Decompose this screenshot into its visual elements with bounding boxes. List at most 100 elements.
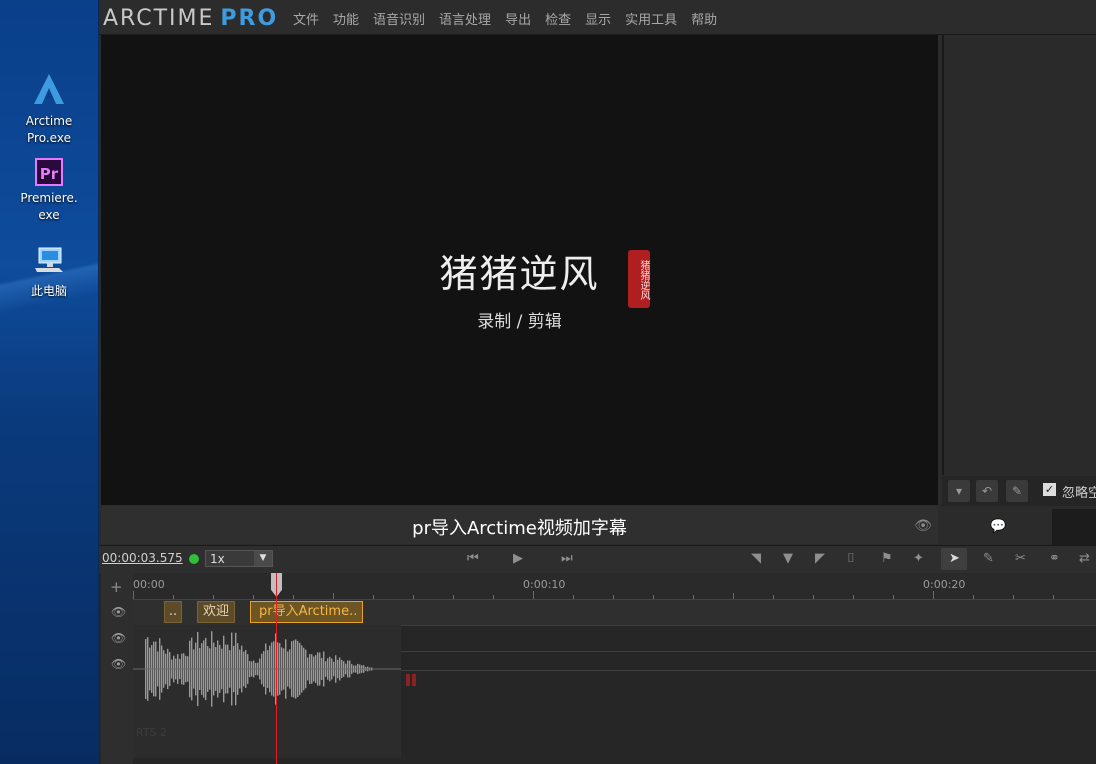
chevron-down-icon[interactable]: ▼ [254,551,272,566]
ruler-tick [573,595,574,599]
magic-wand-icon[interactable]: ✦ [913,551,924,566]
ruler-tick [653,595,654,599]
desktop-icon-arctime[interactable]: Arctime Pro.exe [0,72,98,147]
speech-bubble-icon[interactable]: 💬 [990,519,1006,534]
timeline[interactable]: + 👁 👁 👁 00:00 0:00:10 0:00:20 .. 欢迎 pr导入… [99,573,1096,764]
status-dot [189,554,199,564]
premiere-icon: Pr [35,158,63,186]
ruler-tick [933,591,934,599]
preview-subtitle: 录制 / 剪辑 [477,312,562,332]
undo-icon[interactable]: ↶ [976,480,998,502]
swap-icon[interactable]: ⇄ [1079,551,1090,566]
ignore-checkbox[interactable]: ✓ [1043,483,1056,496]
ruler-tick [773,595,774,599]
menu-bar: ARCTIME PRO 文件 功能 语音识别 语言处理 导出 检查 显示 实用工具… [99,0,1096,35]
ruler-tick [533,591,534,599]
desktop-icon-label: Arctime [25,114,73,128]
ruler-tick [253,595,254,599]
subtitle-list-panel [942,35,1096,475]
collapse-icon[interactable]: ▾ [948,480,970,502]
marker-down-icon[interactable]: ▼ [783,551,793,566]
skip-back-icon[interactable]: ⏮ [467,551,479,566]
ruler-tick [293,595,294,599]
ruler-tick [1013,595,1014,599]
waveform-baseline [133,668,401,670]
desktop-icon-this-pc[interactable]: 此电脑 [0,246,98,300]
audio-marker [412,674,416,686]
ruler-tick [893,595,894,599]
menu-function[interactable]: 功能 [333,9,359,28]
pencil-icon[interactable]: ✎ [1006,480,1028,502]
logo-pro: PRO [220,6,279,31]
desktop-icon-label: exe [38,208,60,222]
track-controls: + 👁 👁 👁 [101,573,133,764]
main-menu: 文件 功能 语音识别 语言处理 导出 检查 显示 实用工具 帮助 [293,9,717,28]
ruler-tick [213,595,214,599]
link-icon[interactable]: ⚭ [1049,551,1060,566]
pointer-tool-icon[interactable]: ➤ [949,551,960,566]
menu-display[interactable]: 显示 [585,9,611,28]
subtitle-clip[interactable]: .. [164,601,182,623]
ruler-tick [493,595,494,599]
timecode[interactable]: 00:00:03.575 [102,551,183,565]
right-panel-toolbar: ▾ ↶ ✎ ✓ 忽略空 [942,476,1096,506]
ruler-tick [813,595,814,599]
subtitle-clip[interactable]: 欢迎 [197,601,235,623]
eye-icon[interactable]: 👁 [111,631,126,645]
desktop-icon-label: Premiere. [20,191,78,205]
ruler-tick [453,595,454,599]
scissors-icon[interactable]: ✂ [1015,551,1026,566]
audio-track[interactable] [133,625,401,758]
menu-export[interactable]: 导出 [505,9,531,28]
menu-language-processing[interactable]: 语言处理 [439,9,491,28]
camera-icon[interactable]: ⌷ [847,551,855,566]
skip-forward-icon[interactable]: ⏭ [561,551,573,566]
desktop-icon-label: 此电脑 [30,284,67,298]
menu-speech-recognition[interactable]: 语音识别 [373,9,425,28]
desktop-icon-premiere[interactable]: Pr Premiere. exe [0,158,98,224]
subtitle-display: pr导入Arctime视频加字幕 👁 [101,506,938,544]
add-track-icon[interactable]: + [110,578,123,596]
playhead[interactable] [276,573,277,764]
logo-text: ARCTIME [103,6,215,31]
bookmark-icon[interactable]: ⚑ [881,551,893,566]
ruler-tick [413,595,414,599]
edit-tool-icon[interactable]: ✎ [983,551,994,566]
desktop: Arctime Pro.exe Pr Premiere. exe 此电脑 [0,0,98,764]
arctime-logo-icon [34,74,64,104]
ruler-tick [613,595,614,599]
right-panel-footer: 💬 [942,507,1096,545]
ruler-tick [133,591,134,599]
audio-waveform [133,631,401,707]
ruler-label: 00:00 [133,578,165,591]
play-icon[interactable]: ▶ [513,551,523,566]
computer-icon [35,247,63,272]
ruler-label: 0:00:20 [923,578,966,591]
red-seal-stamp: 猪猪逆风 [628,250,650,308]
eye-icon[interactable]: 👁 [111,657,126,671]
ruler-tick [333,593,334,599]
menu-help[interactable]: 帮助 [691,9,717,28]
subtitle-clip-selected[interactable]: pr导入Arctime.. [250,601,363,623]
eye-icon[interactable]: 👁 [111,605,126,619]
ruler-tick [693,595,694,599]
mark-out-icon[interactable]: ◤ [815,551,825,566]
track-label: RTS 2 [136,726,168,739]
speed-select[interactable]: 1x ▼ [205,550,273,567]
menu-utilities[interactable]: 实用工具 [625,9,677,28]
speed-value: 1x [210,552,225,566]
right-panel-preview [1052,509,1096,545]
mark-in-icon[interactable]: ◥ [751,551,761,566]
menu-file[interactable]: 文件 [293,9,319,28]
audio-marker [406,674,410,686]
video-preview[interactable]: 猪猪逆风 猪猪逆风 录制 / 剪辑 [101,35,938,505]
eye-icon[interactable]: 👁 [914,518,932,534]
ruler-label: 0:00:10 [523,578,566,591]
transport-bar: 00:00:03.575 1x ▼ ⏮ ▶ ⏭ ◥ ▼ ◤ ⌷ ⚑ ✦ ➤ ✎ … [99,545,1096,574]
ruler-tick [1053,595,1054,599]
desktop-icon-label: Pro.exe [27,131,71,145]
ruler-tick [973,595,974,599]
ignore-label: 忽略空 [1062,486,1096,501]
menu-check[interactable]: 检查 [545,9,571,28]
ruler-tick [853,595,854,599]
